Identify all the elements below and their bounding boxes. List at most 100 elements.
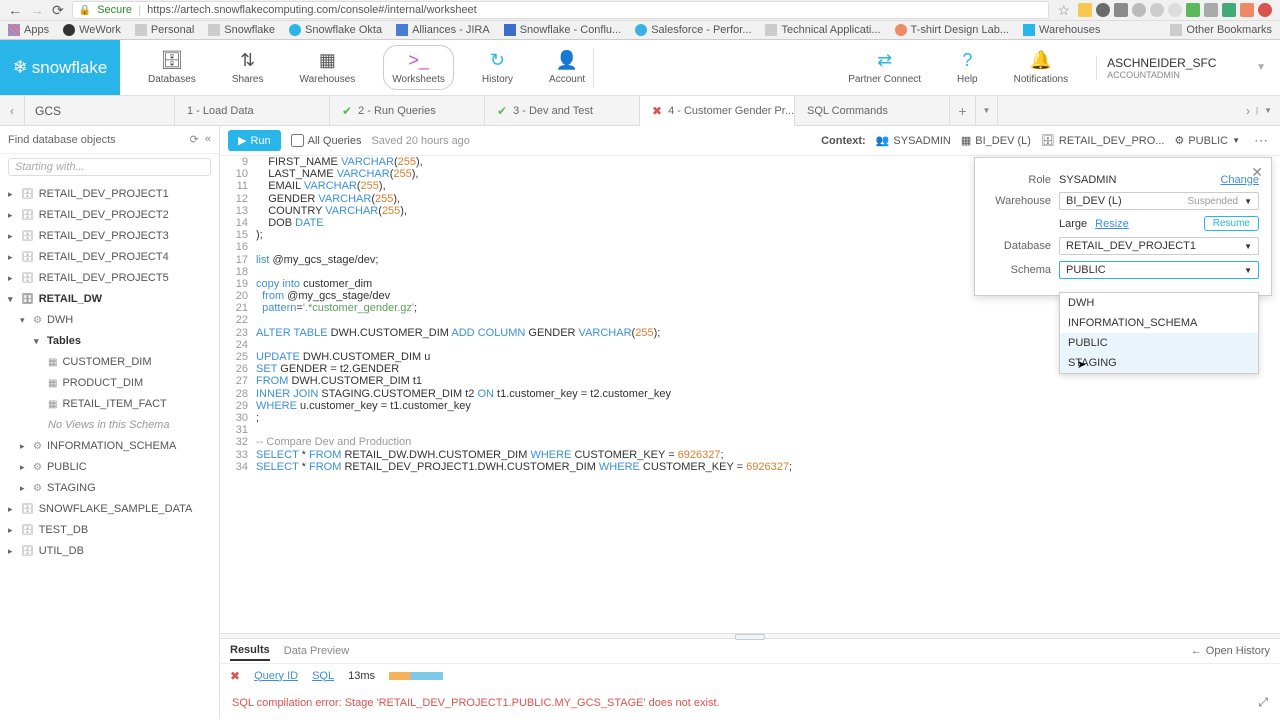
search-input[interactable]: Starting with... [8, 158, 211, 176]
history-icon: ↻ [490, 50, 505, 71]
more-button[interactable]: ⋯ [1250, 132, 1272, 149]
schema-node[interactable]: ▸⚙PUBLIC [0, 457, 219, 478]
query-status-row: ✖ Query ID SQL 13ms [220, 663, 1280, 687]
tables-group[interactable]: ▾Tables [0, 331, 219, 352]
db-node[interactable]: ▸🗄UTIL_DB [0, 541, 219, 562]
add-tab-button[interactable]: + [950, 96, 976, 125]
splitter[interactable] [220, 633, 1280, 639]
schema-dropdown: DWH INFORMATION_SCHEMA PUBLIC STAGING [1059, 292, 1259, 374]
nav-history[interactable]: ↻History [474, 46, 521, 89]
snowflake-logo[interactable]: ❄snowflake [0, 40, 120, 95]
table-node[interactable]: ▦PRODUCT_DIM [0, 373, 219, 394]
tabs-back-button[interactable]: ‹ [0, 96, 25, 125]
db-node[interactable]: ▸🗄RETAIL_DEV_PROJECT3 [0, 226, 219, 247]
no-views-label: No Views in this Schema [0, 415, 219, 436]
all-queries-checkbox[interactable]: All Queries [291, 134, 362, 147]
table-node[interactable]: ▦RETAIL_ITEM_FACT [0, 394, 219, 415]
database-select[interactable]: RETAIL_DEV_PROJECT1▼ [1059, 237, 1259, 255]
table-node[interactable]: ▦CUSTOMER_DIM [0, 352, 219, 373]
browser-reload-icon[interactable]: ⟳ [52, 2, 64, 19]
browser-chrome: ← → ⟳ 🔒 Secure | https://artech.snowflak… [0, 0, 1280, 21]
close-icon[interactable]: ✕ [1251, 164, 1263, 181]
context-role[interactable]: 👥SYSADMIN [876, 134, 951, 147]
other-bookmarks[interactable]: Other Bookmarks [1170, 24, 1272, 36]
tabs-menu[interactable]: ▼ [1264, 106, 1272, 115]
context-database[interactable]: 🗄RETAIL_DEV_PRO... [1041, 134, 1165, 147]
star-icon[interactable]: ☆ [1057, 2, 1070, 19]
bookmark-item[interactable]: T-shirt Design Lab... [895, 24, 1009, 36]
worksheet-tab[interactable]: 1 - Load Data [175, 96, 330, 125]
bookmark-item[interactable]: Warehouses [1023, 24, 1100, 36]
run-button[interactable]: ▶Run [228, 130, 281, 151]
account-icon: 👤 [556, 50, 578, 71]
schema-select[interactable]: PUBLIC▼ [1059, 261, 1259, 279]
context-label: Context: [821, 135, 866, 147]
bookmark-item[interactable]: Personal [135, 24, 194, 36]
db-node[interactable]: ▸🗄SNOWFLAKE_SAMPLE_DATA [0, 499, 219, 520]
resize-link[interactable]: Resize [1095, 218, 1129, 230]
nav-notifications[interactable]: 🔔Notifications [1006, 46, 1076, 89]
bookmark-apps[interactable]: Apps [8, 24, 49, 36]
db-node[interactable]: ▸🗄TEST_DB [0, 520, 219, 541]
schema-node[interactable]: ▾⚙DWH [0, 310, 219, 331]
bookmark-item[interactable]: Salesforce - Perfor... [635, 24, 751, 36]
nav-worksheets[interactable]: >_Worksheets [383, 45, 454, 90]
db-node[interactable]: ▸🗄RETAIL_DEV_PROJECT4 [0, 247, 219, 268]
lock-icon: 🔒 [79, 5, 91, 16]
db-node[interactable]: ▸🗄RETAIL_DEV_PROJECT5 [0, 268, 219, 289]
worksheet-tab[interactable]: SQL Commands [795, 96, 950, 125]
worksheet-tab[interactable]: ✔2 - Run Queries [330, 96, 485, 125]
resume-button[interactable]: Resume [1204, 216, 1259, 231]
chevron-down-icon[interactable]: ▼ [1256, 62, 1266, 73]
warehouse-select[interactable]: BI_DEV (L)Suspended▼ [1059, 192, 1259, 210]
help-icon: ? [962, 50, 972, 71]
nav-partner-connect[interactable]: ⇄Partner Connect [840, 46, 929, 89]
context-warehouse[interactable]: ▦BI_DEV (L) [961, 134, 1031, 147]
warehouse-icon: ▦ [961, 134, 971, 147]
nav-databases[interactable]: 🗄Databases [140, 46, 204, 89]
browser-back-icon[interactable]: ← [8, 2, 22, 18]
bookmark-item[interactable]: Snowflake [208, 24, 275, 36]
url-bar[interactable]: 🔒 Secure | https://artech.snowflakecompu… [72, 1, 1050, 19]
db-node[interactable]: ▸🗄RETAIL_DEV_PROJECT2 [0, 205, 219, 226]
tab-results[interactable]: Results [230, 641, 270, 661]
bookmark-item[interactable]: Alliances - JIRA [396, 24, 490, 36]
bookmark-item[interactable]: WeWork [63, 24, 121, 36]
nav-shares[interactable]: ⇅Shares [224, 46, 272, 89]
user-menu[interactable]: ASCHNEIDER_SFC ACCOUNTADMIN [1096, 56, 1236, 80]
workspace: ▶Run All Queries Saved 20 hours ago Cont… [220, 126, 1280, 719]
worksheet-tab[interactable]: ✔3 - Dev and Test [485, 96, 640, 125]
schema-icon: ⚙ [33, 438, 42, 455]
schema-option[interactable]: DWH [1060, 293, 1258, 313]
tabs-db-label[interactable]: GCS [25, 96, 175, 125]
collapse-icon[interactable]: « [205, 133, 211, 146]
nav-account[interactable]: 👤Account [541, 46, 593, 89]
context-schema[interactable]: ⚙PUBLIC▼ [1174, 134, 1240, 147]
tab-data-preview[interactable]: Data Preview [284, 642, 349, 660]
worksheet-tab[interactable]: ✖4 - Customer Gender Pr... [640, 96, 795, 126]
table-icon: ▦ [48, 354, 57, 371]
chevron-down-icon: ▼ [1244, 266, 1252, 275]
bookmark-item[interactable]: Snowflake - Conflu... [504, 24, 622, 36]
schema-option[interactable]: PUBLIC [1060, 333, 1258, 353]
error-message: SQL compilation error: Stage 'RETAIL_DEV… [220, 687, 1280, 719]
schema-node[interactable]: ▸⚙INFORMATION_SCHEMA [0, 436, 219, 457]
bookmark-item[interactable]: Technical Applicati... [765, 24, 880, 36]
worksheet-toolbar: ▶Run All Queries Saved 20 hours ago Cont… [220, 126, 1280, 156]
role-icon: 👥 [876, 134, 890, 147]
sql-link[interactable]: SQL [312, 670, 334, 682]
open-history-button[interactable]: ←Open History [1191, 645, 1270, 657]
schema-node[interactable]: ▸⚙STAGING [0, 478, 219, 499]
nav-help[interactable]: ?Help [949, 46, 986, 89]
expand-icon[interactable]: ⤢ [1258, 695, 1268, 710]
bookmark-item[interactable]: Snowflake Okta [289, 24, 382, 36]
db-node-active[interactable]: ▾🗄RETAIL_DW [0, 289, 219, 310]
db-node[interactable]: ▸🗄RETAIL_DEV_PROJECT1 [0, 184, 219, 205]
nav-warehouses[interactable]: ▦Warehouses [292, 46, 364, 89]
schema-option[interactable]: STAGING [1060, 353, 1258, 373]
query-id-link[interactable]: Query ID [254, 670, 298, 682]
refresh-icon[interactable]: ⟳ [190, 133, 199, 146]
tabs-scroll-right[interactable]: › [1246, 104, 1250, 118]
tab-dropdown-button[interactable]: ▼ [976, 96, 998, 125]
schema-option[interactable]: INFORMATION_SCHEMA [1060, 313, 1258, 333]
